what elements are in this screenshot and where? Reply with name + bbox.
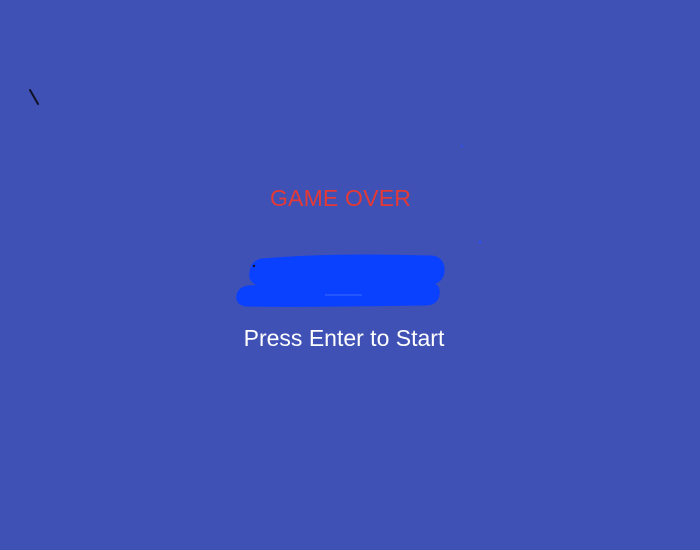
press-enter-prompt: Press Enter to Start xyxy=(243,325,445,351)
redaction-scribble xyxy=(236,254,445,307)
game-screen[interactable]: GAME OVER Press Enter to Start xyxy=(0,0,700,550)
